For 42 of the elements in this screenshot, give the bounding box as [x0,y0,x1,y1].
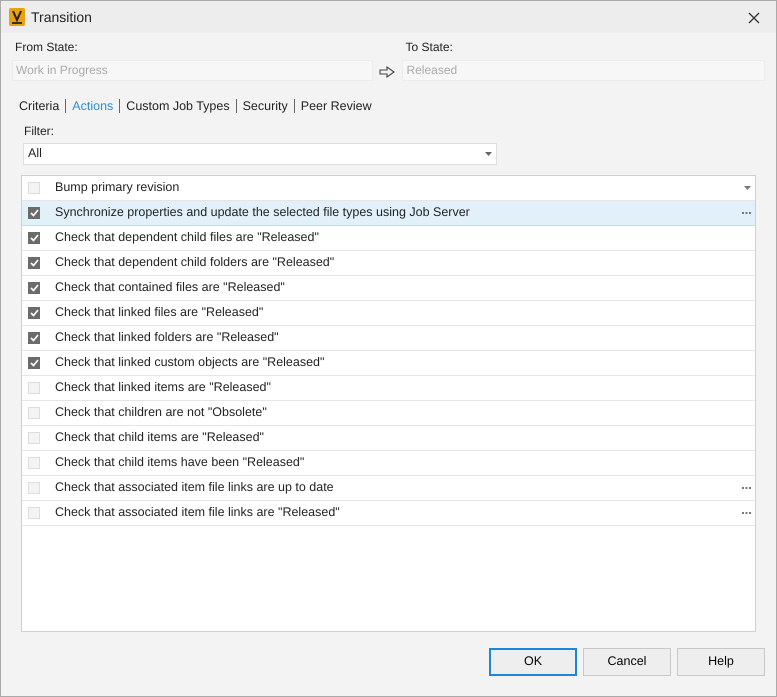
action-row[interactable]: Check that linked custom objects are "Released" [22,350,755,376]
dialog-button[interactable]: Help [677,648,765,676]
action-row[interactable]: Check that dependent child folders are "Released" [22,250,755,276]
app-logo-icon [9,8,25,26]
action-row[interactable]: Check that linked folders are "Released" [22,326,755,351]
to-state-field: Released [402,60,765,81]
action-row[interactable]: Check that child items have been "Released" [22,450,755,476]
caret-icon[interactable] [744,186,751,190]
tab[interactable]: Criteria [19,97,60,116]
action-row[interactable]: Check that dependent child files are "Released" [22,226,755,251]
action-row[interactable]: Check that contained files are "Released" [22,276,755,301]
field-label: From State: [15,40,78,54]
window-title: Transition [31,8,92,26]
filter-dropdown[interactable]: All [23,142,497,165]
action-row[interactable]: Check that child items are "Released" [22,426,755,451]
arrow-icon [379,66,396,78]
checkbox[interactable] [28,256,40,269]
tab[interactable]: Custom Job Types [126,97,230,116]
more-options-icon[interactable] [742,212,751,214]
more-options-icon[interactable] [742,486,751,489]
action-row[interactable]: Check that associated item file links are "Released" [22,500,755,526]
close-icon[interactable] [748,12,760,24]
checkbox[interactable] [28,332,40,344]
action-row[interactable]: Check that linked files are "Released" [22,300,755,326]
action-row[interactable]: Check that associated item file links are up to date [22,476,755,501]
filter-label: Filter: [24,124,54,138]
more-options-icon[interactable] [742,512,751,514]
dialog-button[interactable]: Cancel [583,648,671,676]
caret-icon [485,152,492,156]
checkbox[interactable] [28,306,40,319]
checkbox[interactable] [28,206,40,219]
action-row[interactable]: Synchronize properties and update the selected file types using Job Server [22,200,755,226]
checkbox[interactable] [28,356,40,369]
tab[interactable]: Security [242,97,288,116]
tab[interactable]: Peer Review [300,97,372,116]
dialog-button[interactable]: OK [489,648,577,676]
checkbox[interactable] [28,232,40,244]
field-label: To State: [405,40,453,54]
checkbox[interactable] [28,282,40,294]
action-row[interactable]: Check that children are not "Obsolete" [22,400,755,426]
from-state-field: Work in Progress [12,60,373,81]
action-row[interactable]: Check that linked items are "Released" [22,376,755,401]
